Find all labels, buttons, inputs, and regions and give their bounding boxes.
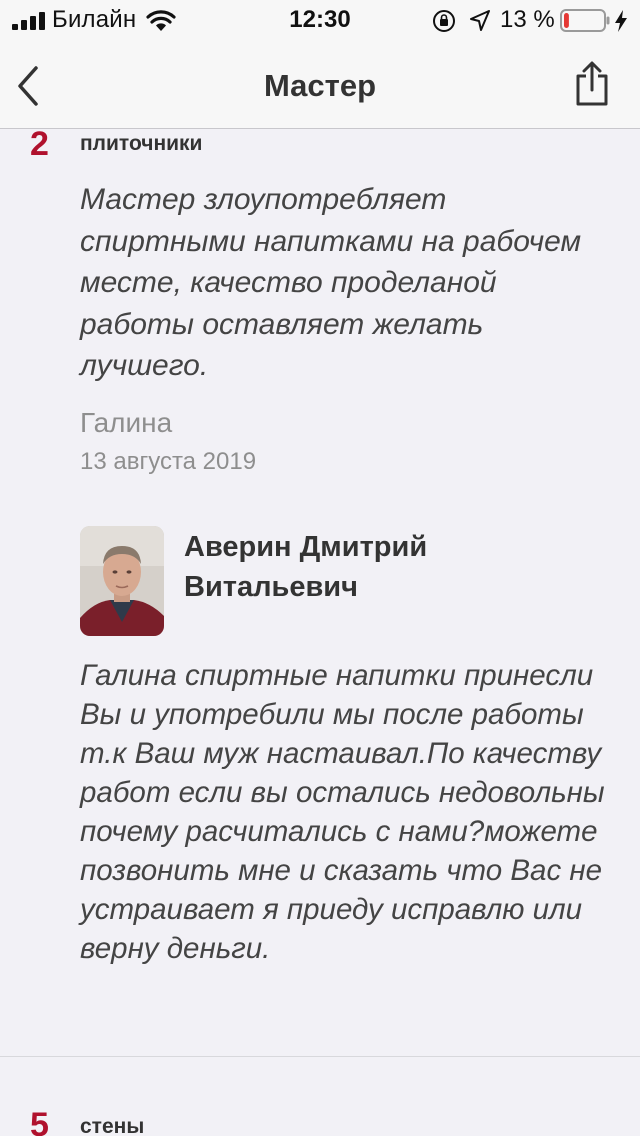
orientation-lock-icon: [433, 10, 455, 32]
battery-percent: 13 %: [500, 6, 555, 33]
review-category: стены: [80, 1115, 145, 1136]
master-name: Аверин Дмитрий Витальевич: [184, 531, 428, 603]
charging-bolt-icon: [615, 10, 627, 32]
battery-icon: [560, 9, 610, 32]
share-icon[interactable]: [572, 60, 612, 108]
review-category: плиточники: [80, 132, 203, 155]
avatar: [80, 526, 164, 636]
status-bar: Билайн 12:30 13 %: [0, 0, 640, 40]
location-icon: [470, 10, 490, 31]
review-author: Галина: [80, 407, 173, 438]
reply-text: Галина спиртные напитки принесли Вы и уп…: [80, 659, 605, 965]
review-rating: 5: [30, 1106, 49, 1136]
divider: [0, 1056, 640, 1057]
reviews-list[interactable]: 2 плиточники Мастер злоупотребляет спирт…: [0, 129, 640, 1136]
navigation-bar: Мастер: [0, 40, 640, 129]
review-rating: 2: [30, 129, 49, 163]
page-title: Мастер: [263, 68, 377, 103]
review-text: Мастер злоупотребляет спиртными напиткам…: [80, 183, 582, 382]
review-date: 13 августа 2019: [80, 448, 257, 475]
